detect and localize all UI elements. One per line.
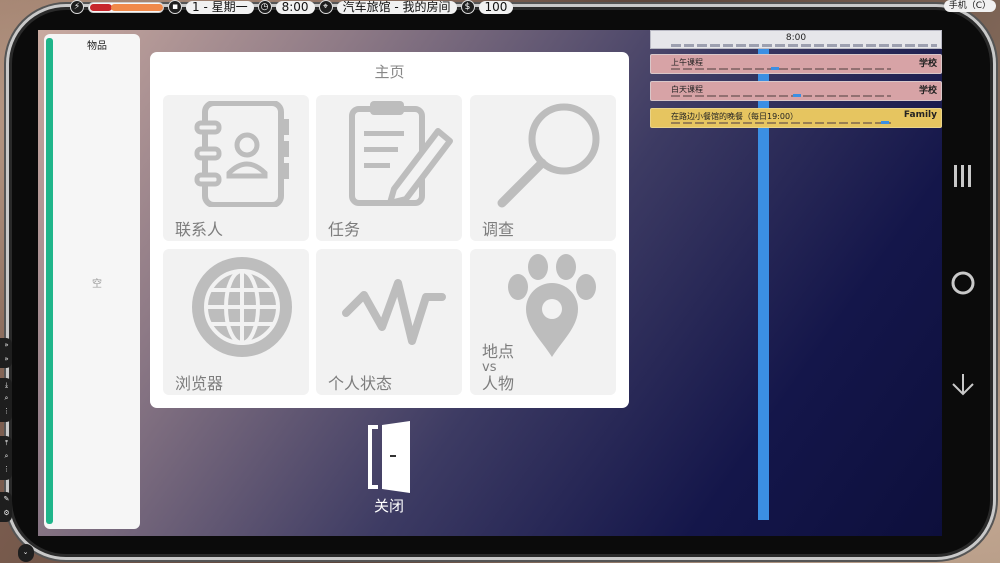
event-morning-class[interactable]: 上午课程 学校 (650, 54, 942, 74)
skip-icon[interactable]: » (2, 355, 11, 364)
left-toolbar-load: ⤒ ⌕ ⋮ (0, 436, 12, 480)
zoom-icon[interactable]: ⌕ (2, 452, 11, 461)
energy-fill-orange (111, 3, 163, 11)
event-category: 学校 (918, 86, 937, 96)
event-category: Family (903, 110, 937, 120)
timeline-time: 8:00 (785, 33, 807, 43)
more-icon[interactable]: ⋮ (2, 407, 11, 416)
chevron-down-icon: ⌄ (22, 548, 29, 556)
tile-places-people-label: 地点 vs 人物 (482, 343, 514, 393)
clock-icon: ◷ (257, 0, 272, 14)
close-button[interactable]: 关闭 (364, 421, 414, 516)
zoom-icon[interactable]: ⌕ (2, 394, 11, 403)
event-marker (881, 121, 889, 124)
timeline-ticks (671, 44, 937, 47)
tile-browser-label: 浏览器 (175, 374, 224, 393)
tile-investigate[interactable]: 调查 (470, 95, 616, 241)
event-marker (793, 94, 801, 97)
save-icon[interactable]: ⤓ (2, 381, 11, 390)
edit-icon[interactable]: ✎ (2, 495, 11, 504)
left-toolbar-top: » » (0, 338, 12, 368)
dollar-icon: $ (460, 0, 475, 14)
timeline-header: 8:00 (650, 30, 942, 49)
event-name: 在路边小餐馆的晚餐（每日19:00） (671, 112, 799, 121)
event-category: 学校 (918, 59, 937, 69)
day-label: 1 - 星期一 (186, 0, 254, 14)
down-arrow-icon[interactable] (951, 372, 975, 405)
contacts-book-icon (194, 101, 289, 207)
tile-personal-status-label: 个人状态 (328, 374, 393, 393)
heartbeat-icon (342, 279, 446, 345)
energy-bar (88, 1, 164, 13)
event-dinner[interactable]: 在路边小餐馆的晚餐（每日19:00） Family (650, 108, 942, 128)
clipboard-pen-icon (349, 101, 453, 206)
tile-personal-status[interactable]: 个人状态 (316, 249, 462, 395)
inventory-accent-bar (46, 38, 53, 524)
gear-icon[interactable]: ⚙ (2, 509, 11, 518)
tile-places-line3: 人物 (482, 374, 515, 393)
inventory-panel: 物品 空 (44, 34, 140, 529)
more-icon[interactable]: ⋮ (2, 465, 11, 474)
event-duration (671, 68, 891, 70)
location-pin-icon: ⌖ (318, 0, 333, 14)
tile-places-line2: vs (482, 360, 497, 375)
phone-hotkey-label[interactable]: 手机（C） (943, 0, 996, 12)
fast-forward-icon[interactable]: » (2, 341, 11, 350)
menu-lines-icon[interactable] (952, 162, 972, 197)
event-duration (671, 95, 891, 97)
inventory-title: 物品 (87, 41, 107, 52)
lightning-icon: ⚡ (70, 0, 84, 14)
schedule-timeline: 8:00 上午课程 学校 白天课程 学校 在路边小餐馆的晚餐（每日19:00） … (650, 30, 942, 522)
circle-home-icon[interactable] (950, 270, 976, 303)
load-icon[interactable]: ⤒ (2, 439, 11, 448)
tile-places-line1: 地点 (482, 342, 515, 361)
tile-places-people[interactable]: 地点 vs 人物 (470, 249, 616, 395)
tile-contacts-label: 联系人 (175, 220, 224, 239)
collapse-button[interactable]: ⌄ (18, 544, 34, 562)
energy-fill-red (90, 3, 112, 11)
event-day-class[interactable]: 白天课程 学校 (650, 81, 942, 101)
tile-investigate-label: 调查 (482, 220, 515, 239)
time-label: 8:00 (275, 0, 315, 14)
paw-location-icon (508, 254, 596, 357)
door-exit-icon (368, 421, 410, 493)
close-label: 关闭 (373, 497, 404, 515)
home-panel: 主页 联系人 任务 调查 浏览器 个人状态 地点 vs 人物 (150, 52, 629, 408)
event-marker (771, 67, 779, 70)
magnifier-icon (497, 103, 600, 208)
left-toolbar-save: ⤓ ⌕ ⋮ (0, 378, 12, 422)
event-name: 上午课程 (671, 58, 703, 67)
tile-tasks[interactable]: 任务 (316, 95, 462, 241)
home-title: 主页 (374, 63, 405, 81)
event-name: 白天课程 (671, 85, 703, 94)
tile-contacts[interactable]: 联系人 (163, 95, 309, 241)
event-duration (671, 122, 891, 124)
status-bar: ⚡ ▪ 1 - 星期一 ◷ 8:00 ⌖ 汽车旅馆 - 我的房间 $ 100 (70, 0, 514, 14)
tile-browser[interactable]: 浏览器 (163, 249, 309, 395)
location-label: 汽车旅馆 - 我的房间 (336, 0, 457, 14)
money-label: 100 (478, 0, 514, 14)
left-toolbar-settings: ✎ ⚙ (0, 492, 12, 522)
calendar-icon: ▪ (168, 0, 182, 14)
inventory-empty-text: 空 (92, 279, 102, 290)
tile-tasks-label: 任务 (328, 220, 361, 239)
globe-icon (192, 257, 292, 357)
